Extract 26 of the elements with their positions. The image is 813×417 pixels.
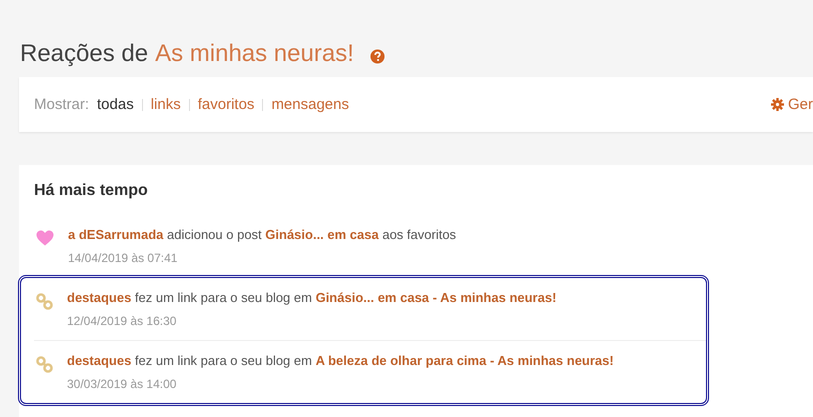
section-heading: Há mais tempo [34,181,149,201]
user-link[interactable]: a dESarrumada [68,227,164,242]
post-link[interactable]: Ginásio... em casa [265,227,379,242]
timestamp: 14/04/2019 às 07:41 [68,251,178,265]
page-title: Reações de [20,40,148,68]
chain-link-icon [36,356,53,373]
blog-name-link[interactable]: As minhas neuras! [155,40,354,68]
chain-link-icon [36,293,53,310]
activity-text: destaques fez um link para o seu blog em A beleza de olhar para cima - As minhas neuras! [67,353,614,368]
settings-link[interactable]: Ger [788,96,813,113]
user-link[interactable]: destaques [67,290,132,305]
filter-tab[interactable]: mensagens [262,98,357,110]
help-icon[interactable] [370,48,385,64]
filter-tab[interactable]: favoritos [188,98,262,110]
timestamp: 12/04/2019 às 16:30 [67,314,178,328]
post-link[interactable]: A beleza de olhar para cima - As minhas neuras! [316,353,614,368]
user-link[interactable]: destaques [67,353,132,368]
filter-tab[interactable]: todas [97,98,142,110]
activity-text: destaques fez um link para o seu blog em Ginásio... em casa - As minhas neuras! [67,290,556,305]
heart-icon [36,230,54,246]
filter-label: Mostrar: [34,96,90,113]
settings-icon[interactable] [770,98,784,111]
post-link[interactable]: Ginásio... em casa - As minhas neuras! [316,290,556,305]
activity-text: a dESarrumada adicionou o post Ginásio... em casa aos favoritos [68,227,456,242]
timestamp: 30/03/2019 às 14:00 [67,377,178,391]
filter-tab[interactable]: links [142,98,189,110]
